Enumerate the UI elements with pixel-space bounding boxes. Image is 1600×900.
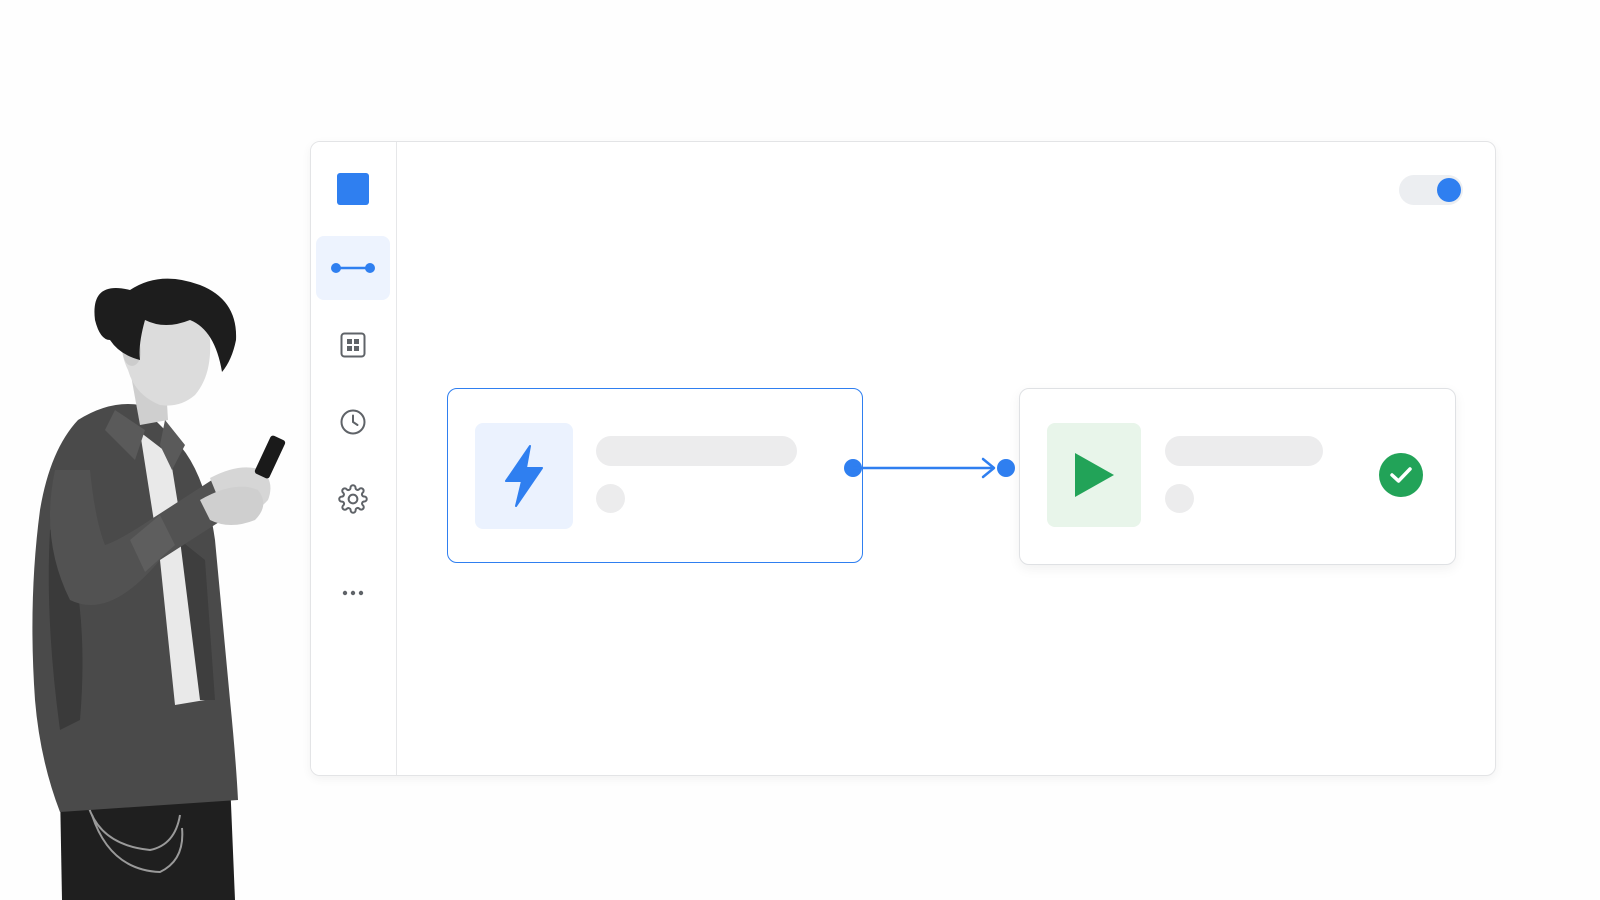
person-illustration — [32, 278, 286, 900]
action-icon-tile — [1047, 423, 1141, 527]
sidebar-item-workflows[interactable] — [316, 236, 390, 300]
app-logo[interactable] — [337, 173, 369, 205]
sidebar-item-more[interactable] — [316, 561, 390, 625]
trigger-meta-placeholder — [596, 484, 625, 513]
toggle-knob — [1437, 178, 1461, 202]
lightning-icon — [505, 445, 543, 507]
trigger-icon-tile — [475, 423, 573, 529]
sidebar-item-settings[interactable] — [316, 467, 390, 531]
action-title-placeholder — [1165, 436, 1323, 466]
sidebar-item-apps[interactable] — [316, 313, 390, 377]
action-meta-placeholder — [1165, 484, 1194, 513]
app-window — [310, 141, 1496, 776]
connector-arrow — [844, 457, 1015, 479]
workflow-icon — [331, 263, 375, 273]
play-icon — [1075, 453, 1114, 497]
sidebar — [311, 142, 397, 775]
gear-icon — [338, 484, 368, 514]
more-icon — [342, 590, 364, 596]
success-status-badge — [1379, 453, 1423, 497]
clock-icon — [340, 409, 366, 435]
grid-icon — [340, 332, 366, 358]
sidebar-item-history[interactable] — [316, 390, 390, 454]
check-icon — [1390, 467, 1412, 483]
trigger-title-placeholder — [596, 436, 797, 466]
enable-toggle[interactable] — [1399, 175, 1463, 205]
trigger-node[interactable] — [447, 388, 863, 563]
action-node[interactable] — [1019, 388, 1456, 565]
